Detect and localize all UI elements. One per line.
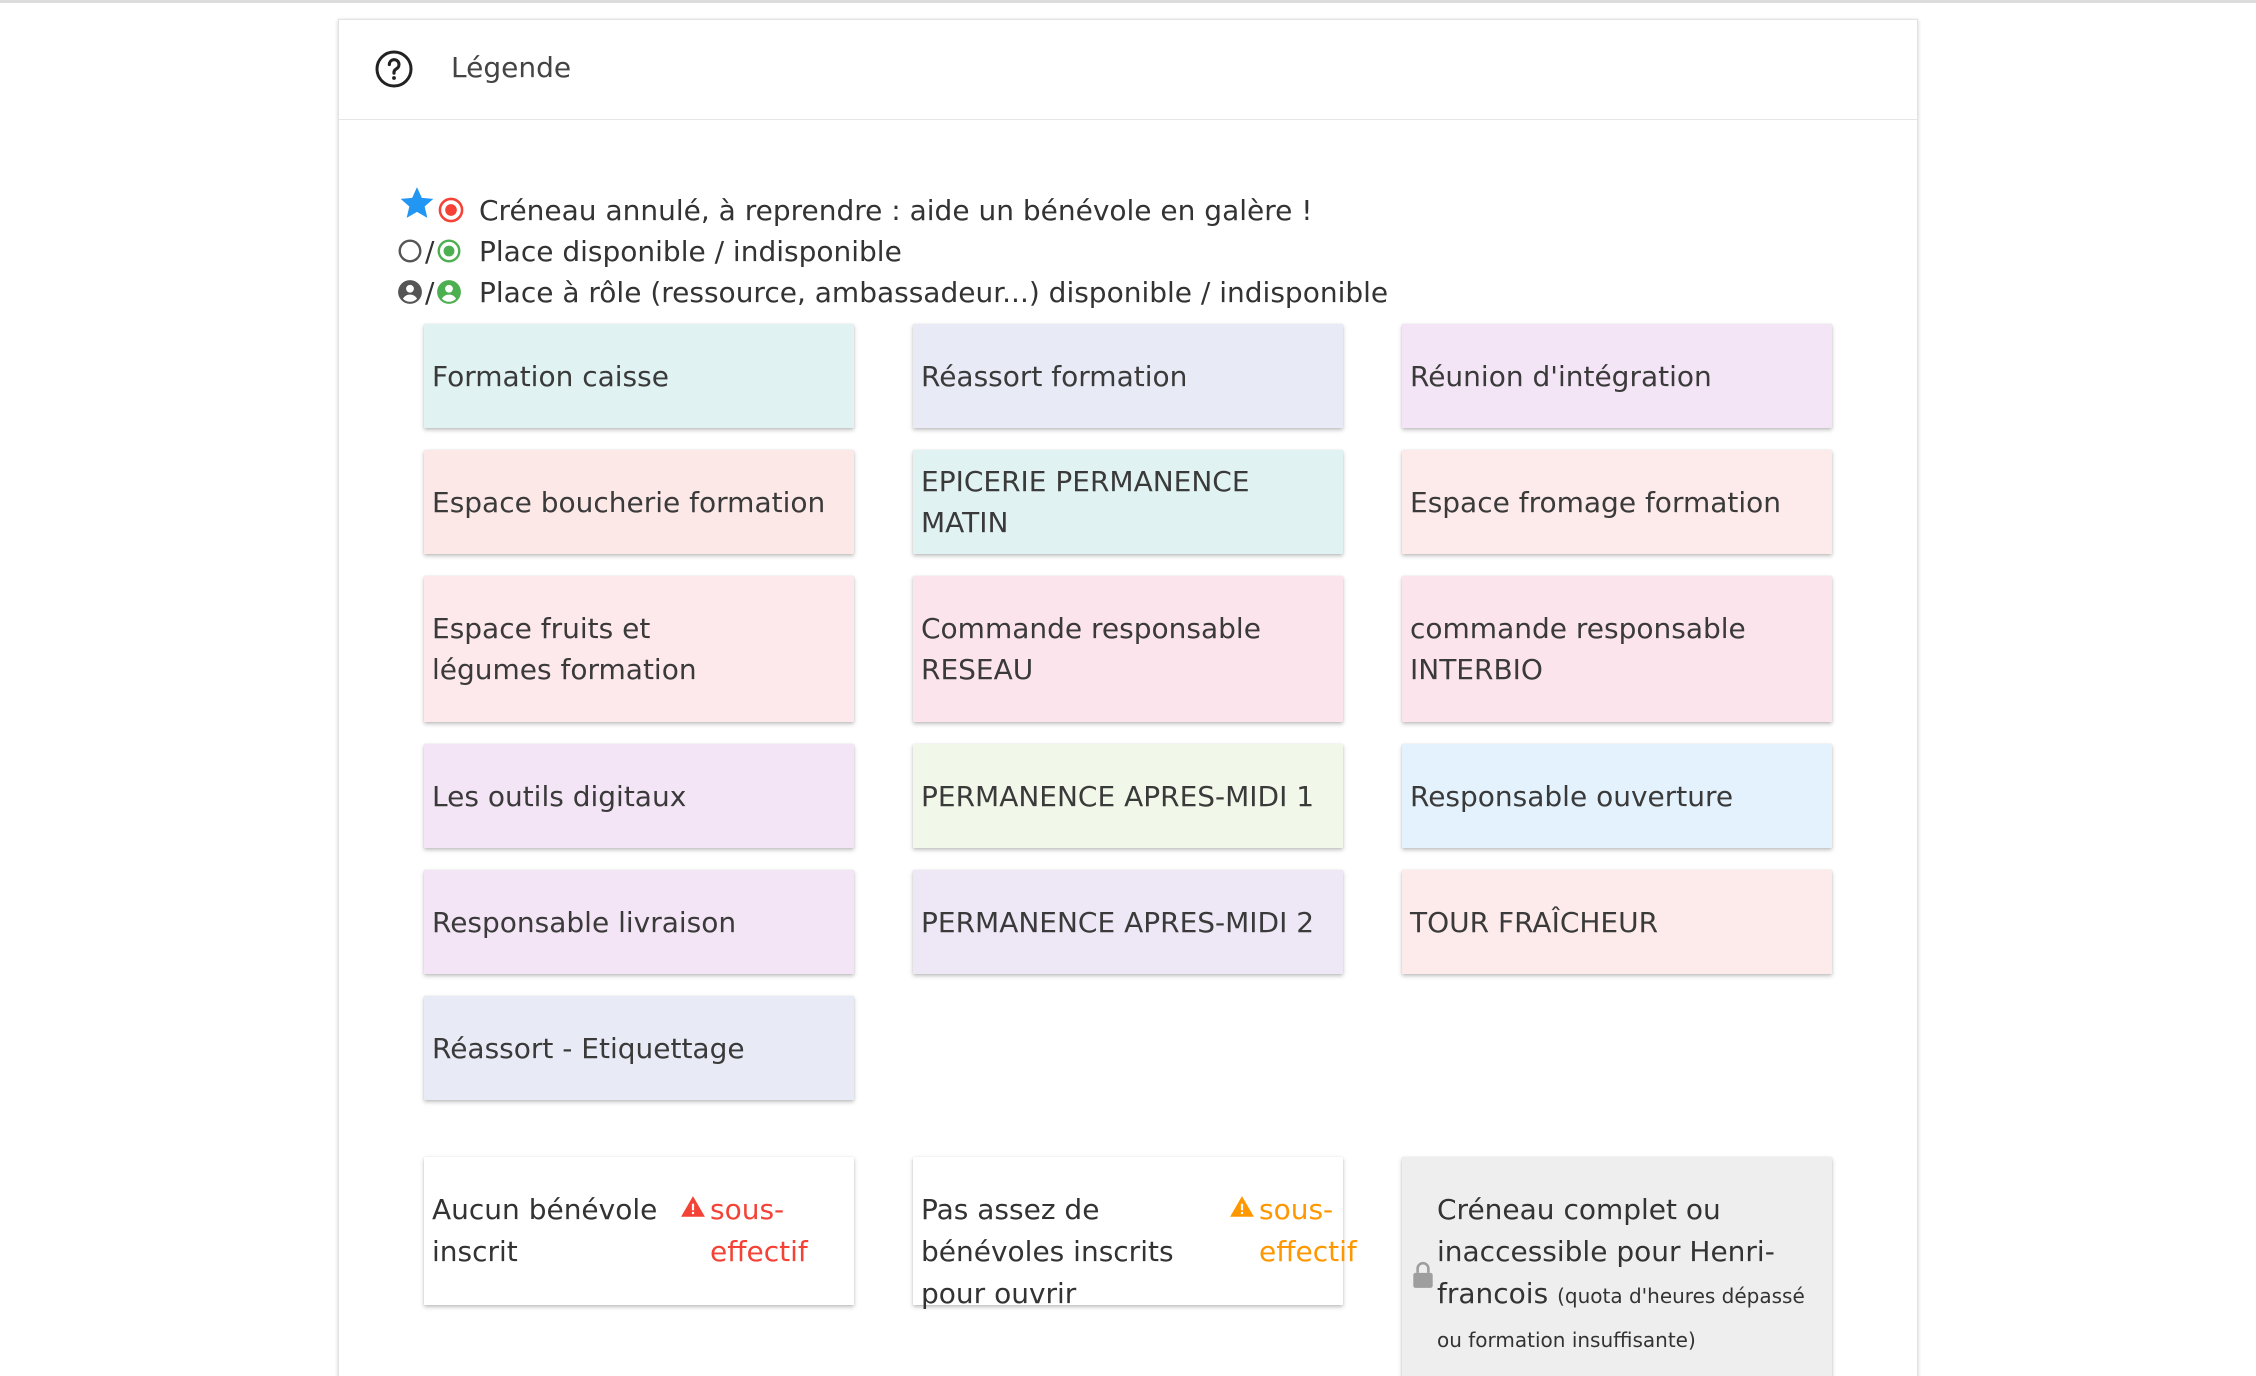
top-border — [0, 0, 2256, 3]
legend-panel-header[interactable]: Légende — [339, 20, 1917, 120]
job-card-reassort-etiquettage[interactable]: Réassort - Etiquettage — [424, 996, 854, 1100]
account-circle-grey-icon — [398, 280, 422, 304]
status-warning: sous-effectif — [680, 1189, 830, 1273]
status-card-not-enough: Pas assez de bénévoles inscrits pour ouv… — [913, 1157, 1357, 1310]
status-label: Aucun bénévole inscrit — [432, 1193, 658, 1268]
star-icon — [400, 187, 434, 218]
job-card-tour-fraicheur[interactable]: TOUR FRAÎCHEUR — [1402, 870, 1832, 974]
job-card-espace-fromage[interactable]: Espace fromage formation — [1402, 450, 1832, 554]
radio-checked-red-icon — [438, 197, 464, 223]
alert-icon — [681, 1196, 705, 1217]
lock-icon — [1413, 1261, 1433, 1288]
slash-separator: / — [425, 234, 435, 268]
job-card-reunion-integration[interactable]: Réunion d'intégration — [1402, 324, 1832, 428]
panel-title: Légende — [451, 51, 572, 84]
job-card-commande-interbio[interactable]: commande responsable INTERBIO — [1402, 576, 1832, 722]
account-circle-green-icon — [437, 280, 462, 304]
job-card-epicerie-permanence-matin[interactable]: EPICERIE PERMANENCE MATIN — [913, 450, 1343, 554]
locked-text: Créneau complet ou inaccessible pour Hen… — [1437, 1189, 1822, 1361]
job-card-label: Réassort - Etiquettage — [432, 1031, 745, 1065]
job-card-label: Commande responsable RESEAU — [921, 612, 1261, 686]
job-card-label: commande responsable INTERBIO — [1410, 612, 1746, 686]
status-card-no-volunteer: Aucun bénévole inscrit sous-effectif — [424, 1157, 854, 1305]
job-card-label: Réassort formation — [921, 359, 1188, 393]
status-card-locked: Créneau complet ou inaccessible pour Hen… — [1402, 1157, 1832, 1376]
job-card-label: PERMANENCE APRES-MIDI 2 — [921, 905, 1315, 939]
job-card-label: Espace boucherie formation — [432, 485, 826, 519]
job-card-label: Espace fruits et légumes formation — [432, 612, 697, 686]
job-card-label: TOUR FRAÎCHEUR — [1410, 905, 1659, 939]
slash-separator: / — [425, 275, 435, 309]
job-card-label: Espace fromage formation — [1410, 485, 1782, 519]
job-card-permanence-apres-midi-1[interactable]: PERMANENCE APRES-MIDI 1 — [913, 744, 1343, 848]
job-card-label: Formation caisse — [432, 359, 669, 393]
job-card-responsable-livraison[interactable]: Responsable livraison — [424, 870, 854, 974]
job-card-label: Responsable livraison — [432, 905, 737, 939]
job-card-label: Les outils digitaux — [432, 779, 687, 813]
job-card-reassort-formation[interactable]: Réassort formation — [913, 324, 1343, 428]
legend-role-row: / Place à rôle (ressource, ambassadeur..… — [397, 272, 1388, 312]
job-card-permanence-apres-midi-2[interactable]: PERMANENCE APRES-MIDI 2 — [913, 870, 1343, 974]
job-card-responsable-ouverture[interactable]: Responsable ouverture — [1402, 744, 1832, 848]
legend-place-text: Place disponible / indisponible — [479, 234, 902, 268]
job-card-commande-reseau[interactable]: Commande responsable RESEAU — [913, 576, 1343, 722]
legend-cancelled-row: Créneau annulé, à reprendre : aide un bé… — [397, 187, 1313, 230]
legend-cancelled-text: Créneau annulé, à reprendre : aide un bé… — [479, 193, 1313, 227]
job-card-label: Réunion d'intégration — [1410, 359, 1712, 393]
job-card-fruits-legumes[interactable]: Espace fruits et légumes formation — [424, 576, 854, 722]
status-warning-text: sous-effectif — [1259, 1193, 1357, 1268]
job-card-label: PERMANENCE APRES-MIDI 1 — [921, 779, 1315, 813]
job-card-espace-boucherie[interactable]: Espace boucherie formation — [424, 450, 854, 554]
status-label: Pas assez de bénévoles inscrits pour ouv… — [921, 1193, 1174, 1310]
help-circle-icon — [375, 50, 413, 88]
legend-panel: Légende Créneau annulé, à reprendre : ai… — [338, 19, 1918, 1376]
job-card-outils-digitaux[interactable]: Les outils digitaux — [424, 744, 854, 848]
job-card-label: Responsable ouverture — [1410, 779, 1734, 813]
legend-role-text: Place à rôle (ressource, ambassadeur...)… — [479, 275, 1389, 309]
status-warning: sous-effectif — [1229, 1189, 1357, 1273]
alert-icon — [1230, 1196, 1254, 1217]
status-warning-text: sous-effectif — [710, 1193, 808, 1268]
radio-checked-green-icon — [437, 239, 461, 263]
circle-outline-icon — [398, 239, 422, 263]
job-card-formation-caisse[interactable]: Formation caisse — [424, 324, 854, 428]
legend-place-row: / Place disponible / indisponible — [397, 231, 902, 271]
job-card-label: EPICERIE PERMANENCE MATIN — [921, 465, 1250, 539]
